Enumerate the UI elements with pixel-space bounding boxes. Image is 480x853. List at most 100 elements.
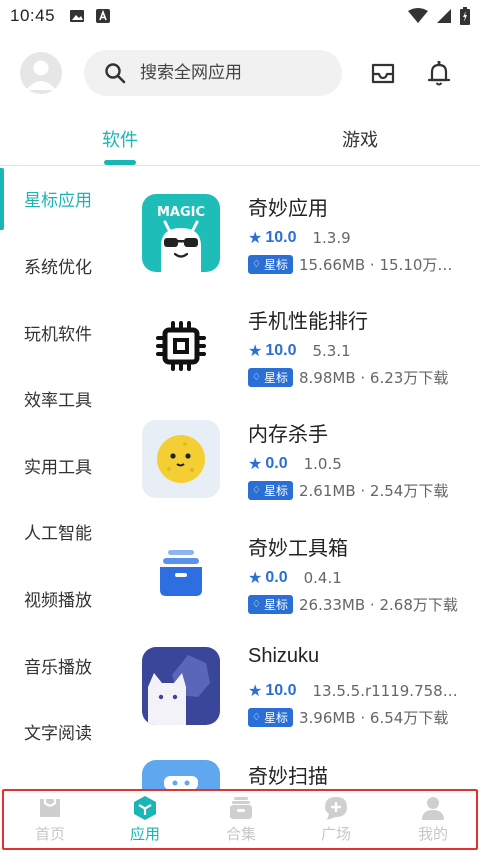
app-item[interactable]: 手机性能排行 ★ 10.0 5.3.1 ♢ 星标 8.98MB · 6.23万下载 xyxy=(142,307,480,407)
chip-icon xyxy=(142,307,220,385)
app-name: 内存杀手 xyxy=(248,422,328,446)
nav-plaza[interactable]: 广场 xyxy=(301,795,371,844)
badge-label: 星标 xyxy=(263,484,288,498)
app-item[interactable]: MAGIC 奇妙应用 ★ 10.0 1.3.9 ♢ 星标 15.66MB · 15… xyxy=(142,194,480,294)
battery-icon xyxy=(460,7,470,25)
side-category-nav: 星标应用 系统优化 玩机软件 效率工具 实用工具 人工智能 视频播放 音乐播放 … xyxy=(0,166,120,786)
search-input[interactable] xyxy=(140,63,320,83)
app-size-downloads: 26.33MB · 2.68万下载 xyxy=(298,596,458,614)
apps-cube-icon xyxy=(134,796,156,820)
side-item-music[interactable]: 音乐播放 xyxy=(24,653,92,678)
signal-icon xyxy=(437,9,451,23)
side-item-reading[interactable]: 文字阅读 xyxy=(24,719,92,744)
magic-robot-icon: MAGIC xyxy=(142,194,220,272)
search-icon xyxy=(105,63,126,84)
status-bar: 10:45 xyxy=(0,0,480,32)
category-tabs: 软件 游戏 xyxy=(0,112,480,166)
app-size-downloads: 8.98MB · 6.23万下载 xyxy=(298,369,449,387)
image-notification-icon xyxy=(70,10,85,22)
status-right-icons xyxy=(408,7,470,25)
side-item-ai[interactable]: 人工智能 xyxy=(24,519,92,544)
diamond-icon: ♢ xyxy=(252,372,261,383)
bell-icon[interactable] xyxy=(424,58,454,88)
star-badge: ♢ 星标 xyxy=(248,481,293,500)
status-notification-icons xyxy=(69,8,111,24)
app-rating: ★ 10.0 1.3.9 xyxy=(248,228,351,247)
side-item-video[interactable]: 视频播放 xyxy=(24,586,92,611)
app-name: 奇妙扫描 xyxy=(248,764,328,788)
star-badge: ♢ 星标 xyxy=(248,595,293,614)
profile-icon xyxy=(422,797,444,820)
side-item-efficiency[interactable]: 效率工具 xyxy=(24,386,92,411)
badge-label: 星标 xyxy=(263,598,288,612)
app-meta: ♢ 星标 26.33MB · 2.68万下载 xyxy=(248,594,458,615)
side-active-indicator xyxy=(0,168,4,230)
app-size-downloads: 3.96MB · 6.54万下载 xyxy=(298,709,449,727)
user-avatar[interactable] xyxy=(20,52,62,94)
app-version: 13.5.5.r1119.758531 xyxy=(312,681,463,700)
moon-face-icon xyxy=(142,420,220,498)
side-item-utilities[interactable]: 实用工具 xyxy=(24,453,92,478)
home-icon xyxy=(40,799,60,817)
collection-icon xyxy=(230,797,252,819)
side-item-starred[interactable]: 星标应用 xyxy=(24,186,92,211)
app-meta: ♢ 星标 8.98MB · 6.23万下载 xyxy=(248,367,448,388)
app-rating: ★ 10.0 13.5.5.r1119.758531 xyxy=(248,681,462,700)
app-name: 奇妙工具箱 xyxy=(248,536,348,560)
star-icon: ★ xyxy=(248,681,263,700)
app-item[interactable]: 内存杀手 ★ 0.0 1.0.5 ♢ 星标 2.61MB · 2.54万下载 xyxy=(142,420,480,520)
app-rating: ★ 0.0 0.4.1 xyxy=(248,568,342,587)
app-version: 5.3.1 xyxy=(312,341,351,360)
app-rating: ★ 0.0 1.0.5 xyxy=(248,454,342,473)
app-version: 1.0.5 xyxy=(303,454,342,473)
diamond-icon: ♢ xyxy=(252,259,261,270)
nav-profile[interactable]: 我的 xyxy=(398,795,468,844)
shizuku-cat-icon xyxy=(142,647,220,725)
diamond-icon: ♢ xyxy=(252,599,261,610)
app-name: Shizuku xyxy=(248,645,320,667)
svg-text:MAGIC: MAGIC xyxy=(157,205,205,220)
app-score: 0.0 xyxy=(265,454,288,472)
search-bar[interactable] xyxy=(84,50,342,96)
nav-collection-label: 合集 xyxy=(225,825,256,843)
nav-profile-label: 我的 xyxy=(417,825,448,843)
nav-apps-label: 应用 xyxy=(129,825,160,843)
app-item[interactable]: 奇妙工具箱 ★ 0.0 0.4.1 ♢ 星标 26.33MB · 2.68万下载 xyxy=(142,534,480,634)
star-badge: ♢ 星标 xyxy=(248,708,293,727)
tab-games[interactable]: 游戏 xyxy=(342,126,378,152)
app-item[interactable]: Shizuku ★ 10.0 13.5.5.r1119.758531 ♢ 星标 3… xyxy=(142,645,480,747)
app-name: 奇妙应用 xyxy=(248,196,328,220)
nav-home-label: 首页 xyxy=(34,825,65,843)
app-score: 10.0 xyxy=(265,228,297,246)
star-badge: ♢ 星标 xyxy=(248,255,293,274)
plaza-chat-icon xyxy=(325,797,347,820)
app-score: 10.0 xyxy=(265,681,297,699)
app-item[interactable]: 奇妙扫描 xyxy=(142,760,480,789)
status-time: 10:45 xyxy=(10,6,56,25)
badge-label: 星标 xyxy=(263,711,288,725)
diamond-icon: ♢ xyxy=(252,485,261,496)
badge-label: 星标 xyxy=(263,371,288,385)
app-score: 0.0 xyxy=(265,568,288,586)
header xyxy=(0,44,480,102)
tab-active-indicator xyxy=(104,160,136,165)
inbox-tray-icon[interactable] xyxy=(368,58,398,88)
app-meta: ♢ 星标 3.96MB · 6.54万下载 xyxy=(248,707,448,728)
app-score: 10.0 xyxy=(265,341,297,359)
nav-home[interactable]: 首页 xyxy=(15,795,85,844)
app-rating: ★ 10.0 5.3.1 xyxy=(248,341,351,360)
nav-collection[interactable]: 合集 xyxy=(206,795,276,844)
app-name: 手机性能排行 xyxy=(248,309,368,333)
star-icon: ★ xyxy=(248,228,263,247)
app-version: 0.4.1 xyxy=(303,568,342,587)
star-icon: ★ xyxy=(248,341,263,360)
nav-apps[interactable]: 应用 xyxy=(110,795,180,844)
side-item-system-optimize[interactable]: 系统优化 xyxy=(24,253,92,278)
tab-software[interactable]: 软件 xyxy=(102,126,138,152)
scan-icon xyxy=(142,760,220,789)
diamond-icon: ♢ xyxy=(252,712,261,723)
star-icon: ★ xyxy=(248,568,263,587)
nav-plaza-label: 广场 xyxy=(320,825,351,843)
app-version: 1.3.9 xyxy=(312,228,351,247)
side-item-tinkering[interactable]: 玩机软件 xyxy=(24,320,92,345)
